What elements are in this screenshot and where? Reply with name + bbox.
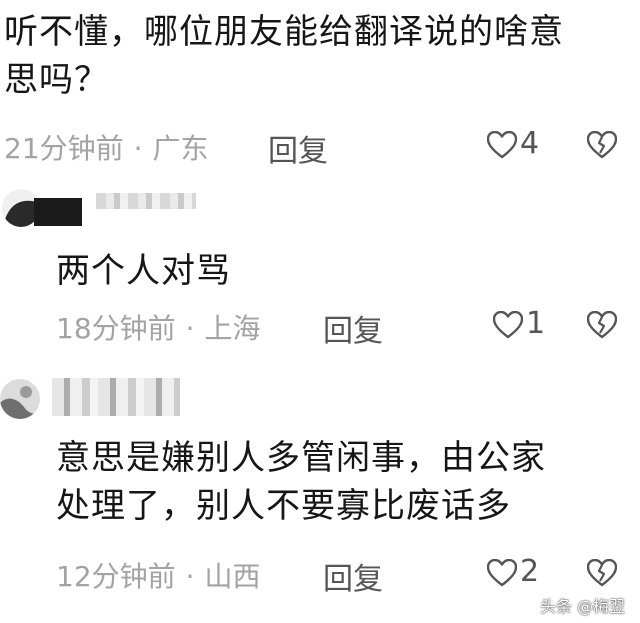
comment-text: 听不懂，哪位朋友能给翻译说的啥意 思吗？	[4, 12, 564, 100]
comment-location: 山西	[204, 560, 261, 593]
comment-meta: 12分钟前 · 山西	[56, 555, 261, 595]
comment-meta: 21分钟前 · 广东	[4, 127, 209, 167]
comment-time: 12分钟前	[56, 560, 176, 593]
dislike-button[interactable]	[587, 559, 617, 587]
like-count: 1	[526, 306, 546, 341]
like-count: 4	[520, 126, 540, 161]
comment-thread: 听不懂，哪位朋友能给翻译说的啥意 思吗？ 21分钟前 · 广东 回复 4 两个人对骂…	[0, 0, 640, 623]
comment-text: 意思是嫌别人多管闲事，由公家 处理了，别人不要寡比废话多	[56, 438, 546, 526]
watermark-text: 头条 @梅翌	[540, 597, 626, 616]
broken-heart-icon	[587, 311, 617, 339]
like-button[interactable]	[487, 131, 517, 159]
username-blurred	[52, 378, 180, 416]
username-blurred	[96, 193, 196, 209]
comment-meta: 18分钟前 · 上海	[56, 307, 261, 347]
comment-time: 18分钟前	[56, 312, 176, 345]
like-count: 2	[520, 554, 540, 589]
comment-text: 两个人对骂	[56, 251, 231, 291]
reply-button[interactable]: 回复	[323, 306, 383, 350]
comment-location: 广东	[152, 132, 209, 165]
avatar[interactable]	[0, 379, 40, 419]
dislike-button[interactable]	[587, 131, 617, 159]
dislike-button[interactable]	[587, 311, 617, 339]
like-button[interactable]	[487, 559, 517, 587]
broken-heart-icon	[587, 131, 617, 159]
reply-button[interactable]: 回复	[268, 126, 328, 170]
meta-separator: ·	[185, 312, 195, 345]
username-redaction	[34, 198, 82, 226]
heart-outline-icon	[493, 311, 523, 339]
comment-time: 21分钟前	[4, 132, 124, 165]
avatar-image	[0, 379, 40, 419]
like-button[interactable]	[493, 311, 523, 339]
comment-location: 上海	[204, 312, 261, 345]
meta-separator: ·	[133, 132, 143, 165]
heart-outline-icon	[487, 131, 517, 159]
heart-outline-icon	[487, 559, 517, 587]
reply-button[interactable]: 回复	[323, 554, 383, 598]
meta-separator: ·	[185, 560, 195, 593]
broken-heart-icon	[587, 559, 617, 587]
